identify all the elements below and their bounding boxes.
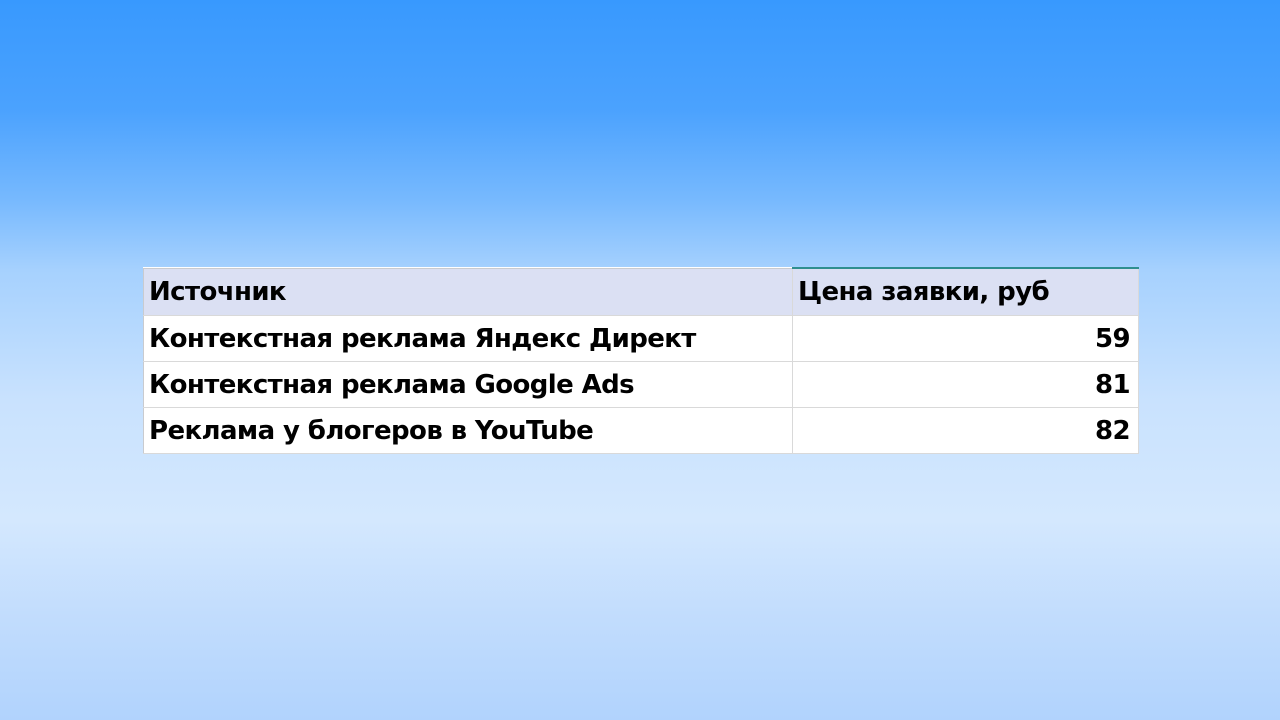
table-header-row: Источник Цена заявки, руб <box>143 267 1139 316</box>
price-cell: 82 <box>792 407 1139 454</box>
price-cell: 59 <box>792 315 1139 362</box>
table-row: Реклама у блогеров в YouTube 82 <box>143 407 1139 454</box>
header-price: Цена заявки, руб <box>792 267 1139 316</box>
source-cell: Контекстная реклама Google Ads <box>143 361 793 408</box>
source-cell: Контекстная реклама Яндекс Директ <box>143 315 793 362</box>
table-row: Контекстная реклама Яндекс Директ 59 <box>143 315 1139 362</box>
table-row: Контекстная реклама Google Ads 81 <box>143 361 1139 408</box>
source-cell: Реклама у блогеров в YouTube <box>143 407 793 454</box>
price-cell: 81 <box>792 361 1139 408</box>
price-table: Источник Цена заявки, руб Контекстная ре… <box>143 267 1139 454</box>
slide: Источник Цена заявки, руб Контекстная ре… <box>0 0 1280 720</box>
header-source: Источник <box>143 268 793 316</box>
